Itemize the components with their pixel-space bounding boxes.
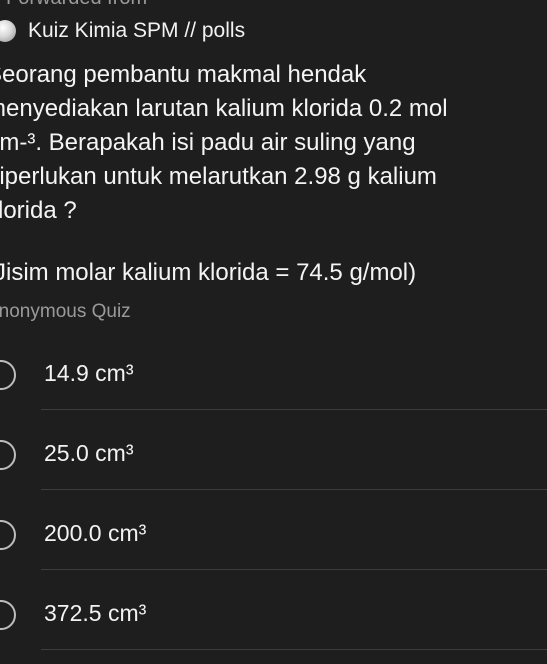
option-divider — [41, 489, 547, 490]
poll-question: Seorang pembantu makmal hendak menyediak… — [0, 58, 547, 290]
question-note: (Jisim molar kalium klorida = 74.5 g/mol… — [0, 259, 417, 286]
option-label: 25.0 cm³ — [44, 440, 134, 466]
radio-button[interactable] — [0, 440, 16, 470]
radio-button[interactable] — [0, 520, 16, 550]
option-divider — [41, 409, 547, 410]
radio-button[interactable] — [0, 360, 16, 390]
source-title[interactable]: Kuiz Kimia SPM // polls — [28, 19, 245, 43]
option-divider — [41, 569, 547, 570]
radio-button[interactable] — [0, 600, 16, 630]
option-label: 200.0 cm³ — [44, 520, 147, 546]
option-label: 372.5 cm³ — [44, 600, 147, 626]
poll-option[interactable]: 372.5 cm³ — [0, 574, 547, 654]
poll-option[interactable]: 200.0 cm³ — [0, 494, 547, 574]
question-line: Seorang pembantu makmal hendak — [0, 61, 367, 88]
poll-option[interactable]: 14.9 cm³ — [0, 334, 547, 414]
question-line: dm-³. Berapakah isi padu air suling yang — [0, 129, 416, 156]
question-line: menyediakan larutan kalium klorida 0.2 m… — [0, 95, 448, 122]
poll-type-label: Anonymous Quiz — [0, 301, 131, 322]
globe-icon — [0, 20, 16, 42]
forward-source[interactable]: Kuiz Kimia SPM // polls — [0, 16, 245, 46]
poll-option[interactable]: 25.0 cm³ — [0, 414, 547, 494]
poll-message: Forwarded from Kuiz Kimia SPM // polls S… — [0, 0, 547, 664]
poll-options: 14.9 cm³ 25.0 cm³ 200.0 cm³ 372.5 cm³ — [0, 334, 547, 654]
forwarded-label: Forwarded from — [6, 0, 147, 10]
option-divider — [41, 649, 547, 650]
question-line: klorida ? — [0, 197, 77, 224]
question-spacer — [0, 228, 547, 256]
option-label: 14.9 cm³ — [44, 360, 134, 386]
question-line: diperlukan untuk melarutkan 2.98 g kaliu… — [0, 163, 437, 190]
